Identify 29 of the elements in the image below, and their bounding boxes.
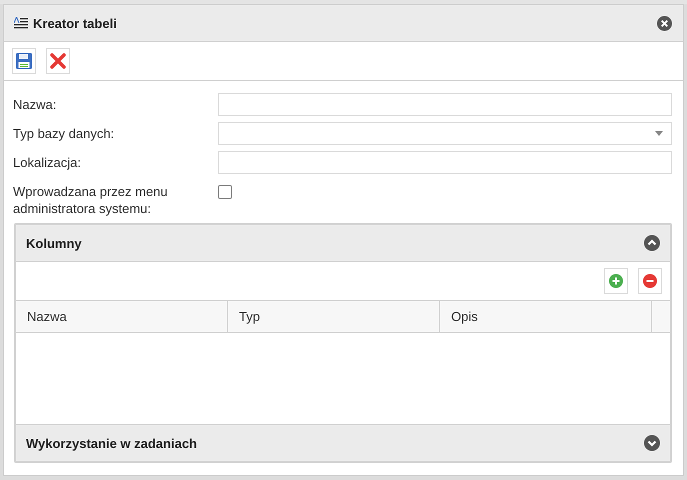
input-field[interactable]	[218, 151, 672, 174]
section-header[interactable]: Kolumny	[16, 225, 670, 261]
dropdown-field[interactable]	[218, 122, 672, 145]
section-title: Kolumny	[26, 236, 82, 250]
section-header[interactable]: Wykorzystanie w zadaniach	[16, 424, 670, 461]
cancel-button[interactable]	[46, 48, 70, 74]
column-header[interactable]: Opis	[440, 301, 652, 332]
remove-button[interactable]	[638, 268, 662, 294]
save-button[interactable]	[12, 48, 36, 74]
minus-icon	[643, 274, 657, 288]
field-label: Nazwa:	[13, 97, 58, 112]
floppy-icon	[15, 52, 33, 70]
input-field[interactable]	[218, 93, 672, 116]
expand-icon[interactable]	[644, 435, 660, 451]
checkbox[interactable]	[218, 185, 232, 199]
collapse-icon[interactable]	[644, 235, 660, 251]
column-header[interactable]: Nazwa	[16, 301, 228, 332]
column-header[interactable]: Typ	[228, 301, 440, 332]
field-label: Wprowadzana przez menu administratora systemu:	[13, 183, 169, 217]
cross-icon	[50, 53, 66, 69]
section-title: Wykorzystanie w zadaniach	[26, 436, 197, 450]
window-title: Kreator tabeli	[33, 16, 118, 30]
add-button[interactable]	[604, 268, 628, 294]
field-label: Lokalizacja:	[13, 155, 82, 170]
close-icon[interactable]	[657, 16, 672, 30]
caret-icon	[655, 131, 663, 136]
plus-icon	[609, 274, 623, 288]
table-icon	[14, 17, 28, 29]
field-label: Typ bazy danych:	[13, 126, 116, 141]
